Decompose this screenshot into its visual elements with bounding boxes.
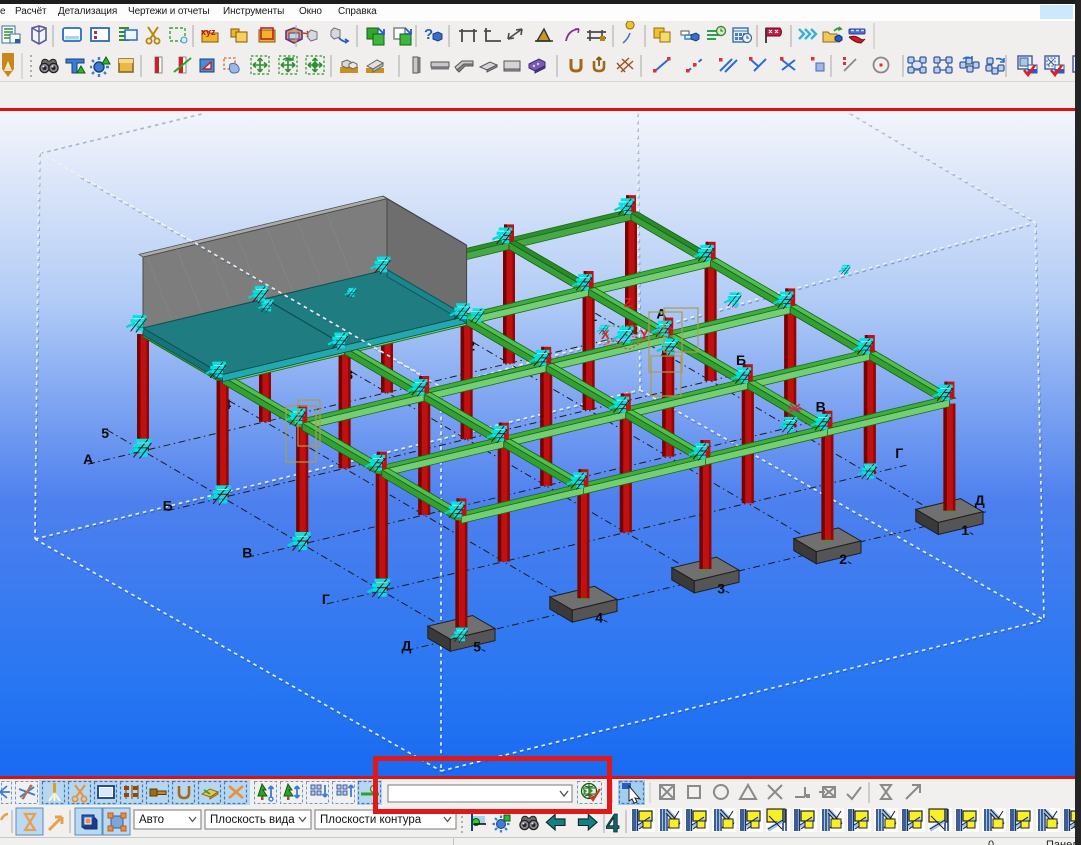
svg-text:Авто: Авто <box>139 814 164 826</box>
svg-text:5: 5 <box>473 639 481 655</box>
svg-text:Z: Z <box>624 295 632 310</box>
svg-text:Плоскости контура: Плоскости контура <box>320 814 422 826</box>
svg-text:X: X <box>601 327 610 342</box>
svg-text:xyz: xyz <box>201 27 216 37</box>
svg-text:3: 3 <box>717 580 725 596</box>
svg-text:4: 4 <box>595 610 603 626</box>
svg-text:Г: Г <box>322 591 330 607</box>
svg-text:А: А <box>83 451 93 467</box>
svg-text:Плоскость вида: Плоскость вида <box>210 814 295 826</box>
svg-text:В: В <box>242 544 252 560</box>
svg-text:1: 1 <box>961 522 969 538</box>
svg-text:Г: Г <box>895 445 903 461</box>
svg-text:5: 5 <box>101 425 109 441</box>
svg-text:Д: Д <box>402 638 412 654</box>
svg-text:Y: Y <box>640 327 649 342</box>
svg-text:Д: Д <box>975 492 985 508</box>
svg-text:2: 2 <box>839 551 847 567</box>
svg-text:?: ? <box>424 26 433 43</box>
svg-text:Б: Б <box>163 498 173 514</box>
